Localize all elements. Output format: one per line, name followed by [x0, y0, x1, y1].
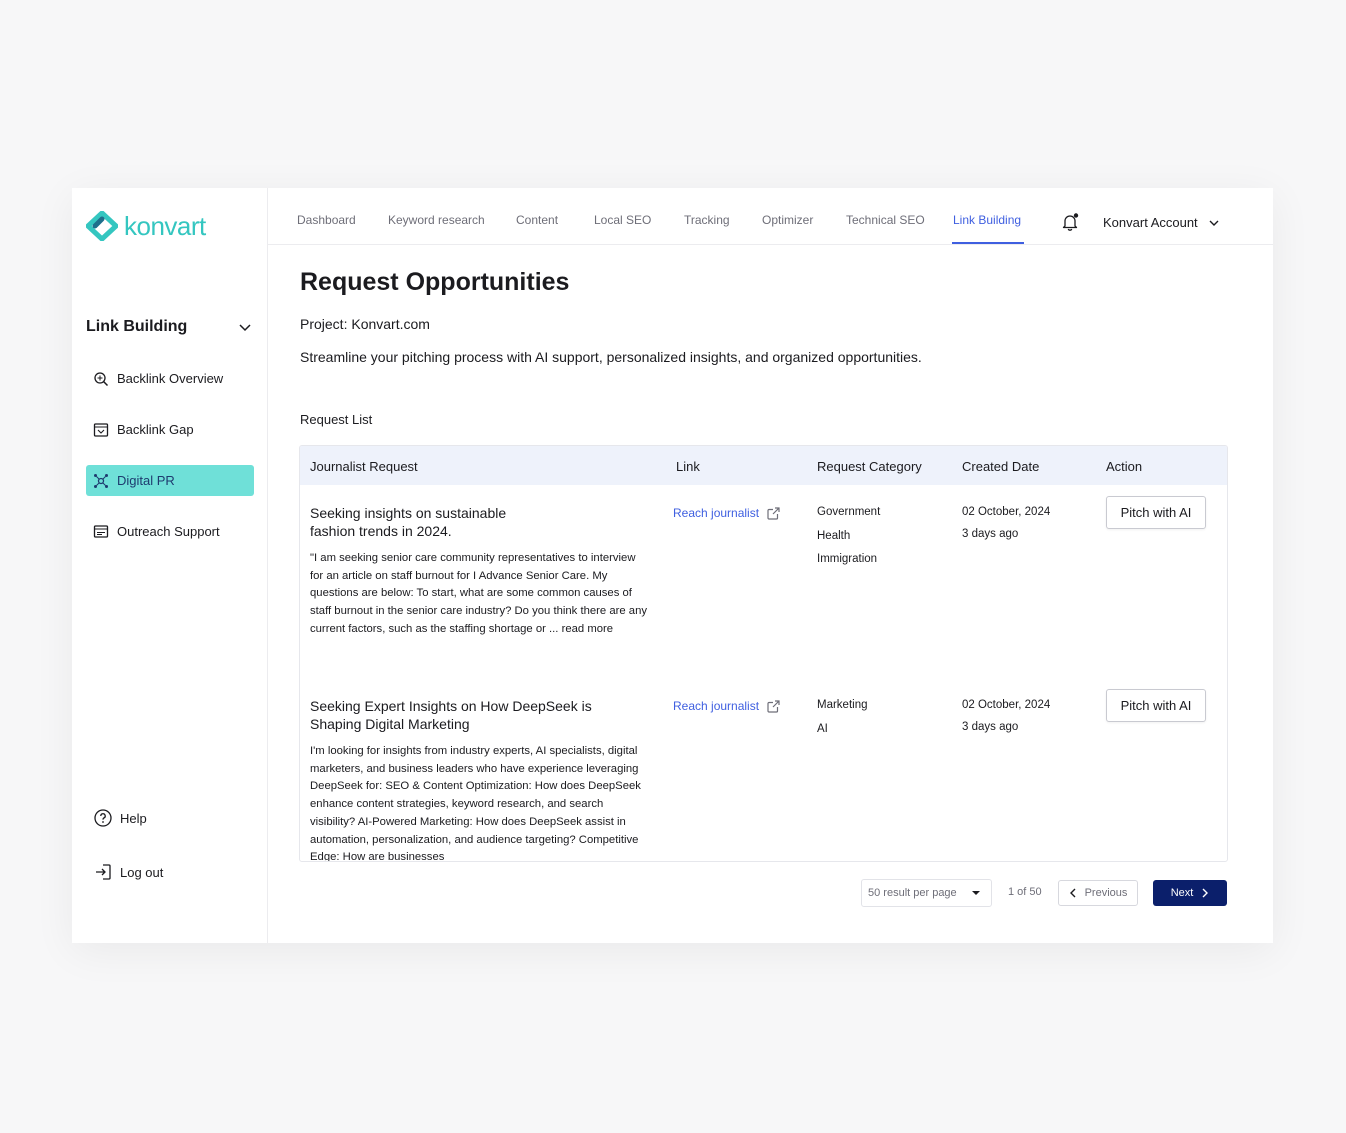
column-header-link: Link — [676, 459, 700, 474]
digital-pr-icon — [94, 473, 108, 488]
logout-link[interactable]: Log out — [94, 863, 163, 881]
request-description: I'm looking for insights from industry e… — [310, 745, 641, 862]
page-subtitle: Streamline your pitching process with AI… — [300, 349, 922, 365]
created-date: 02 October, 2024 3 days ago — [962, 694, 1050, 738]
account-menu[interactable]: Konvart Account — [1103, 215, 1220, 230]
account-name: Konvart Account — [1103, 215, 1198, 230]
tab-keyword-research[interactable]: Keyword research — [388, 213, 485, 227]
help-link[interactable]: Help — [94, 809, 147, 827]
external-link-icon — [767, 699, 780, 713]
request-table: Journalist Request Link Request Category… — [299, 445, 1228, 862]
external-link-icon — [767, 506, 780, 520]
logo[interactable]: konvart — [86, 210, 206, 242]
category-tag: Immigration — [817, 553, 878, 565]
created-date-value: 02 October, 2024 — [962, 699, 1051, 711]
sidebar-item-label: Backlink Overview — [117, 371, 224, 386]
konvart-logo-icon — [86, 211, 118, 241]
outreach-support-icon — [93, 524, 109, 538]
pitch-with-ai-button[interactable]: Pitch with AI — [1106, 689, 1206, 722]
tab-tracking[interactable]: Tracking — [684, 213, 730, 227]
column-header-created-date: Created Date — [962, 459, 1040, 474]
chevron-down-icon — [239, 324, 251, 332]
sidebar-item-label: Outreach Support — [117, 524, 220, 539]
category-tag: Health — [817, 529, 851, 542]
request-categories: Marketing AI — [817, 694, 868, 741]
logout-label: Log out — [120, 864, 164, 880]
tab-local-seo[interactable]: Local SEO — [594, 213, 651, 227]
next-button[interactable]: Next — [1153, 880, 1227, 906]
reach-journalist-link[interactable]: Reach journalist — [673, 506, 780, 520]
sidebar-group-title: Link Building — [86, 318, 188, 335]
chevron-right-icon — [1202, 888, 1209, 898]
logo-text: konvart — [124, 210, 206, 241]
previous-label: Previous — [1084, 887, 1128, 899]
request-title: Seeking Expert Insights on How DeepSeek … — [310, 698, 592, 732]
request-description: "I am seeking senior care community repr… — [310, 552, 648, 635]
logout-icon — [96, 864, 111, 880]
chevron-down-icon — [1209, 220, 1219, 226]
pitch-with-ai-button[interactable]: Pitch with AI — [1106, 496, 1206, 529]
help-label: Help — [120, 810, 147, 826]
reach-journalist-label: Reach journalist — [673, 506, 760, 520]
results-per-page-select[interactable]: 50 result per page — [861, 879, 992, 907]
request-list-title: Request List — [300, 412, 373, 427]
request-title: Seeking insights on sustainable fashion … — [310, 505, 507, 539]
request-categories: Government Health Immigration — [817, 501, 880, 572]
caret-down-icon — [972, 891, 980, 895]
reach-journalist-link[interactable]: Reach journalist — [673, 699, 780, 713]
created-date-relative: 3 days ago — [962, 721, 1019, 733]
created-date-value: 02 October, 2024 — [962, 506, 1051, 518]
app-window: konvart Link Building Backlink Overview … — [72, 188, 1273, 943]
reach-journalist-label: Reach journalist — [673, 699, 760, 713]
sidebar-item-outreach-support[interactable]: Outreach Support — [86, 516, 254, 547]
backlink-gap-icon — [93, 422, 109, 437]
column-header-action: Action — [1106, 459, 1143, 474]
sidebar-item-label: Digital PR — [117, 473, 175, 488]
sidebar-item-backlink-gap[interactable]: Backlink Gap — [86, 414, 254, 445]
sidebar-item-digital-pr[interactable]: Digital PR — [86, 465, 254, 496]
previous-button[interactable]: Previous — [1058, 880, 1138, 906]
sidebar-item-label: Backlink Gap — [117, 422, 194, 437]
results-per-page-value: 50 result per page — [868, 887, 957, 899]
next-label: Next — [1170, 887, 1194, 899]
category-tag: Government — [817, 506, 881, 518]
tab-dashboard[interactable]: Dashboard — [297, 213, 356, 227]
sidebar: konvart Link Building Backlink Overview … — [72, 188, 268, 943]
tab-optimizer[interactable]: Optimizer — [762, 213, 813, 227]
tab-link-building[interactable]: Link Building — [953, 213, 1021, 227]
active-tab-indicator — [952, 242, 1024, 244]
tab-technical-seo[interactable]: Technical SEO — [846, 213, 925, 227]
page-title: Request Opportunities — [300, 268, 570, 296]
notification-bell-icon[interactable] — [1060, 212, 1080, 237]
created-date-relative: 3 days ago — [962, 528, 1019, 540]
chevron-left-icon — [1069, 888, 1076, 898]
column-header-journalist-request: Journalist Request — [310, 459, 418, 474]
table-header: Journalist Request Link Request Category… — [300, 446, 1227, 485]
project-label: Project: Konvart.com — [300, 316, 430, 332]
created-date: 02 October, 2024 3 days ago — [962, 501, 1050, 545]
sidebar-item-backlink-overview[interactable]: Backlink Overview — [86, 363, 254, 394]
sidebar-group-link-building[interactable]: Link Building — [86, 318, 252, 336]
category-tag: Marketing — [817, 699, 868, 711]
top-navigation: Dashboard Keyword research Content Local… — [268, 188, 1273, 245]
help-icon — [94, 809, 112, 827]
column-header-request-category: Request Category — [817, 459, 922, 474]
page-info: 1 of 50 — [1008, 886, 1042, 898]
backlink-overview-icon — [94, 371, 109, 386]
tab-content[interactable]: Content — [516, 213, 558, 227]
category-tag: AI — [817, 722, 828, 735]
